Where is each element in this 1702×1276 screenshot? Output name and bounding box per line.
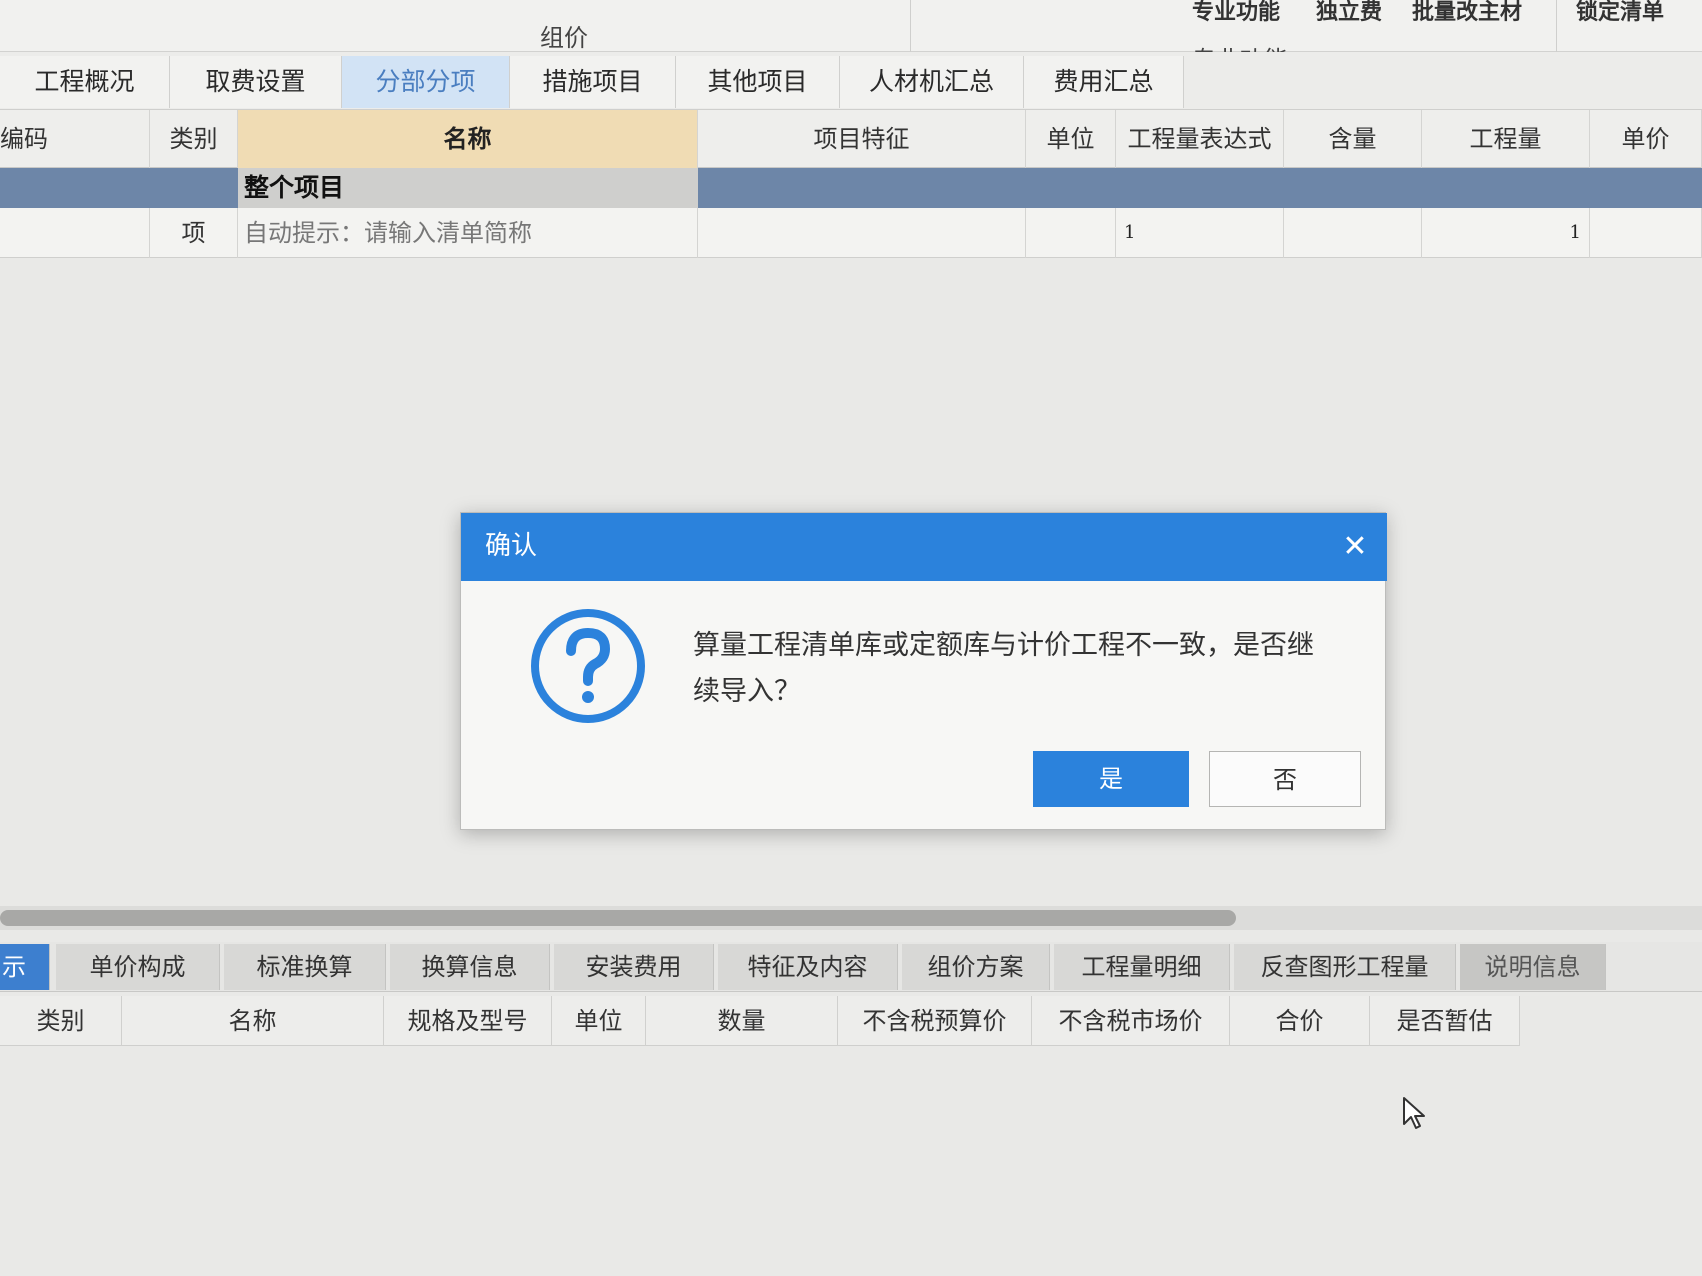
close-icon[interactable]: ✕	[1339, 531, 1371, 563]
yes-button[interactable]: 是	[1033, 751, 1189, 807]
column-header-unit[interactable]: 单位	[1026, 110, 1116, 168]
tab-huansuan-xinxi[interactable]: 换算信息	[390, 944, 550, 990]
tab-fenbu-fenxiang[interactable]: 分部分项	[342, 56, 510, 108]
confirm-dialog: 确认 ✕ 算量工程清单库或定额库与计价工程不一致，是否继续导入？ 是 否	[460, 512, 1387, 830]
row-type-cell[interactable]: 项	[150, 208, 238, 258]
question-circle-icon	[531, 609, 645, 723]
row-content-cell[interactable]	[1284, 208, 1422, 258]
ribbon-button-duli[interactable]: 独立费	[1316, 0, 1382, 26]
ribbon-button-piliang[interactable]: 批量改主材	[1412, 0, 1522, 26]
row-quantity-cell[interactable]: 1	[1422, 208, 1590, 258]
tab-zujia-fangan[interactable]: 组价方案	[902, 944, 1050, 990]
main-tab-bar: 工程概况 取费设置 分部分项 措施项目 其他项目 人材机汇总 费用汇总	[0, 52, 1702, 110]
detail-column-type[interactable]: 类别	[0, 996, 122, 1046]
tab-gongchengliang-mingxi[interactable]: 工程量明细	[1054, 944, 1230, 990]
ribbon-button-suoding[interactable]: 锁定清单	[1576, 0, 1664, 26]
row-feature-cell[interactable]	[698, 208, 1026, 258]
row-name-input[interactable]: 自动提示：请输入清单简称	[238, 208, 698, 258]
detail-column-budget-price[interactable]: 不含税预算价	[838, 996, 1032, 1046]
row-expression-cell[interactable]: 1	[1116, 208, 1284, 258]
tab-gongcheng-gaikuang[interactable]: 工程概况	[0, 56, 170, 108]
tab-fancha-tuxing[interactable]: 反查图形工程量	[1234, 944, 1456, 990]
detail-column-spec[interactable]: 规格及型号	[384, 996, 552, 1046]
column-header-type[interactable]: 类别	[150, 110, 238, 168]
table-row[interactable]: 项 自动提示：请输入清单简称 1 1	[0, 208, 1702, 258]
detail-column-total[interactable]: 合价	[1230, 996, 1370, 1046]
tab-feiyong-huizong[interactable]: 费用汇总	[1024, 56, 1184, 108]
detail-grid-header: 类别 名称 规格及型号 单位 数量 不含税预算价 不含税市场价 合价 是否暂估	[0, 996, 1520, 1046]
detail-column-unit[interactable]: 单位	[552, 996, 646, 1046]
column-header-feature[interactable]: 项目特征	[698, 110, 1026, 168]
detail-column-estimated[interactable]: 是否暂估	[1370, 996, 1520, 1046]
column-header-unit-price[interactable]: 单价	[1590, 110, 1702, 168]
row-name-cell[interactable]: 整个项目	[238, 168, 698, 208]
ribbon-toolbar: 组价 专业功能 独立费 批量改主材 锁定清单	[0, 0, 1702, 52]
row-unit-cell[interactable]	[1026, 208, 1116, 258]
dialog-title-bar[interactable]: 确认 ✕	[461, 513, 1387, 581]
tab-danjia-goucheng[interactable]: 单价构成	[56, 944, 220, 990]
ribbon-separator	[910, 0, 911, 52]
tab-tishi[interactable]: 示	[0, 944, 50, 990]
ribbon-separator	[1556, 0, 1557, 52]
row-price-cell[interactable]	[1590, 208, 1702, 258]
grid-header: 编码 类别 名称 项目特征 单位 工程量表达式 含量 工程量 单价	[0, 110, 1702, 168]
dialog-title: 确认	[485, 531, 538, 561]
tab-biaozhun-huansuan[interactable]: 标准换算	[224, 944, 386, 990]
tab-qufei-shezhi[interactable]: 取费设置	[170, 56, 342, 108]
column-header-content[interactable]: 含量	[1284, 110, 1422, 168]
mouse-pointer-icon	[1403, 1097, 1425, 1129]
ribbon-button-zhuanye[interactable]: 专业功能	[1192, 0, 1280, 26]
column-header-quantity[interactable]: 工程量	[1422, 110, 1590, 168]
tab-rencaiji-huizong[interactable]: 人材机汇总	[840, 56, 1024, 108]
row-code-cell[interactable]	[0, 208, 150, 258]
detail-tab-bar: 示 单价构成 标准换算 换算信息 安装费用 特征及内容 组价方案 工程量明细 反…	[0, 942, 1702, 992]
horizontal-scrollbar[interactable]	[0, 906, 1702, 930]
dialog-message: 算量工程清单库或定额库与计价工程不一致，是否继续导入？	[693, 630, 1314, 707]
detail-column-name[interactable]: 名称	[122, 996, 384, 1046]
column-header-expression[interactable]: 工程量表达式	[1116, 110, 1284, 168]
no-button[interactable]: 否	[1209, 751, 1361, 807]
detail-column-market-price[interactable]: 不含税市场价	[1032, 996, 1230, 1046]
table-row-whole-project[interactable]: 整个项目	[0, 168, 1702, 208]
detail-column-quantity[interactable]: 数量	[646, 996, 838, 1046]
scrollbar-thumb[interactable]	[0, 910, 1236, 926]
column-header-name[interactable]: 名称	[238, 110, 698, 168]
tab-tezheng-neirong[interactable]: 特征及内容	[718, 944, 898, 990]
column-header-code[interactable]: 编码	[0, 110, 150, 168]
tab-anzhuang-feiyong[interactable]: 安装费用	[554, 944, 714, 990]
tab-shuoming-xinxi[interactable]: 说明信息	[1460, 944, 1606, 990]
tab-qita-xiangmu[interactable]: 其他项目	[676, 56, 840, 108]
tab-cuoshi-xiangmu[interactable]: 措施项目	[510, 56, 676, 108]
ribbon-group-zujia-label: 组价	[540, 24, 588, 52]
